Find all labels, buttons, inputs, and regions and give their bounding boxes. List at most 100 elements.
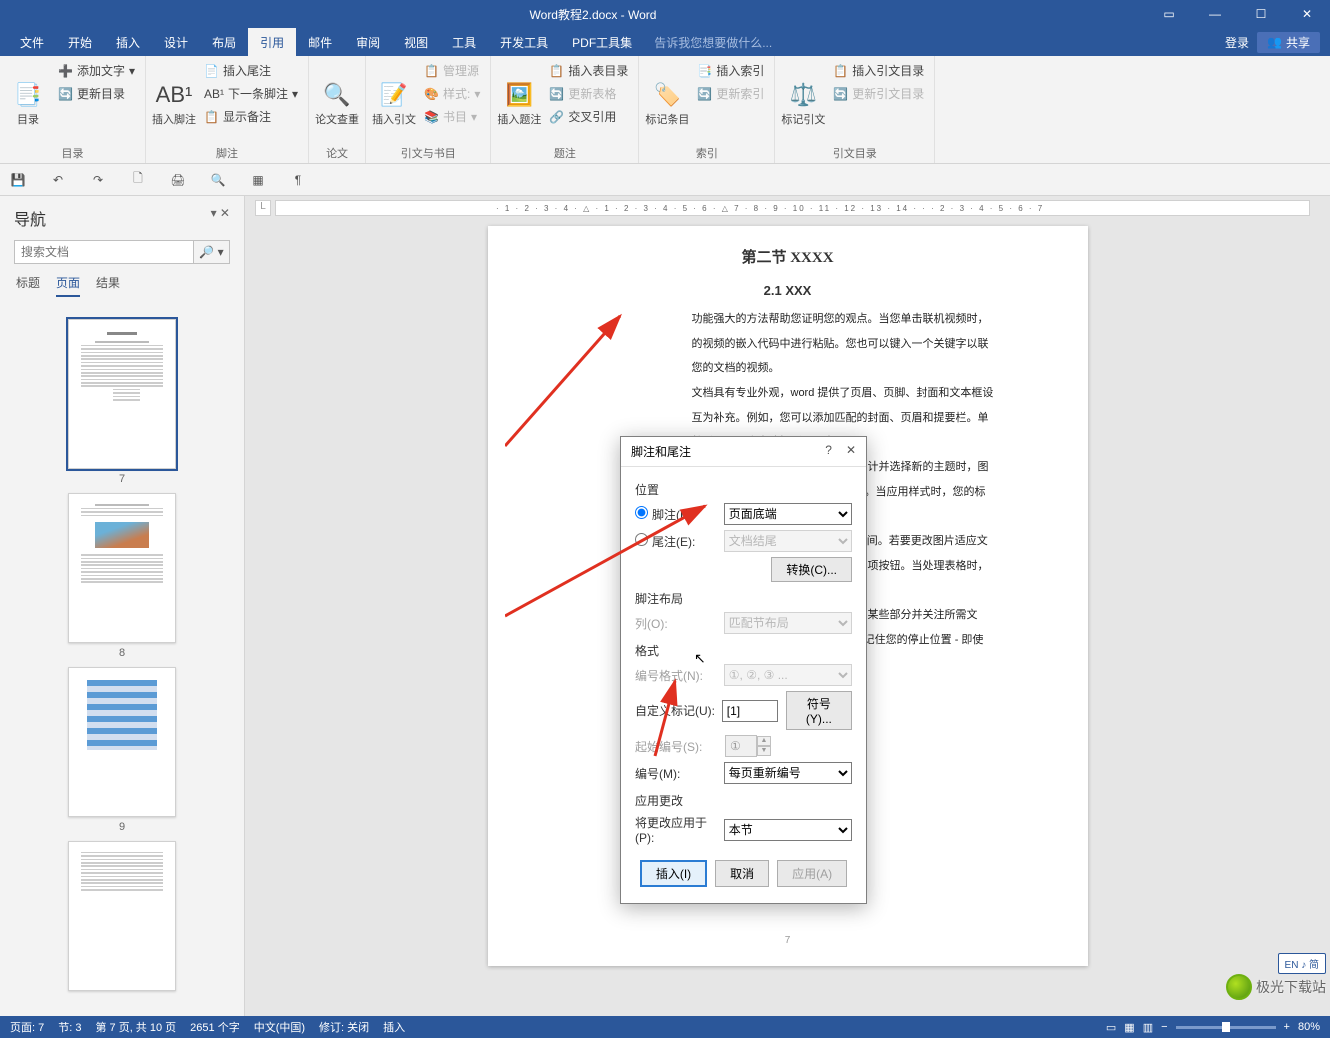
bibliography-button[interactable]: 📚 书目 ▾ [420, 106, 484, 127]
view-print-icon[interactable]: ▦ [1124, 1021, 1134, 1034]
insert-button[interactable]: 插入(I) [640, 860, 707, 887]
status-words[interactable]: 2651 个字 [190, 1019, 240, 1035]
search-icon[interactable]: 🔎 ▾ [193, 241, 229, 263]
footnote-position-select[interactable]: 页面底端 [724, 503, 852, 525]
undo-icon[interactable]: ↶ [48, 170, 68, 190]
tab-design[interactable]: 设计 [152, 28, 200, 56]
update-table-button[interactable]: 🔄 更新表格 [545, 83, 632, 104]
cancel-button[interactable]: 取消 [715, 860, 769, 887]
insert-footnote-button[interactable]: AB¹插入脚注 [152, 60, 196, 145]
zoom-level[interactable]: 80% [1298, 1021, 1320, 1033]
manage-sources-button[interactable]: 📋 管理源 [420, 60, 484, 81]
tab-references[interactable]: 引用 [248, 28, 296, 56]
tab-developer[interactable]: 开发工具 [488, 28, 560, 56]
page-thumbnail[interactable] [68, 667, 176, 817]
mark-citation-button[interactable]: ⚖️标记引文 [781, 60, 825, 145]
style-dropdown[interactable]: 🎨 样式: ▾ [420, 83, 484, 104]
view-read-icon[interactable]: ▭ [1106, 1021, 1116, 1034]
insert-caption-button[interactable]: 🖼️插入题注 [497, 60, 541, 145]
watermark-logo-icon [1226, 974, 1252, 1000]
tab-selector[interactable]: L [255, 200, 271, 216]
page-number: 7 [532, 935, 1044, 946]
zoom-out-icon[interactable]: − [1161, 1021, 1167, 1033]
zoom-in-icon[interactable]: + [1284, 1021, 1290, 1033]
symbol-button[interactable]: 符号(Y)... [786, 691, 852, 730]
doc-paragraph: 您的文档的视频。 [532, 359, 1044, 378]
nav-tab-headings[interactable]: 标题 [16, 274, 40, 297]
nav-tab-pages[interactable]: 页面 [56, 274, 80, 297]
tab-insert[interactable]: 插入 [104, 28, 152, 56]
ribbon-options-icon[interactable]: ▭ [1146, 0, 1192, 28]
nav-search-input[interactable] [15, 241, 193, 263]
thumb-label: 7 [0, 473, 244, 485]
status-section[interactable]: 节: 3 [58, 1019, 81, 1035]
dialog-help-icon[interactable]: ? [825, 443, 832, 460]
update-toc-button[interactable]: 🔄 更新目录 [54, 83, 139, 104]
tab-review[interactable]: 审阅 [344, 28, 392, 56]
close-button[interactable]: ✕ [1284, 0, 1330, 28]
paper-check-button[interactable]: 🔍论文查重 [315, 60, 359, 145]
status-position[interactable]: 第 7 页, 共 10 页 [95, 1019, 176, 1035]
insert-authorities-button[interactable]: 📋 插入引文目录 [829, 60, 928, 81]
doc-paragraph: 互为补充。例如，您可以添加匹配的封面、页眉和提要栏。单 [532, 409, 1044, 428]
zoom-slider[interactable] [1176, 1026, 1276, 1029]
endnote-radio[interactable] [635, 533, 648, 546]
status-language[interactable]: 中文(中国) [254, 1019, 305, 1035]
toc-button[interactable]: 📑目录 [6, 60, 50, 145]
watermark: 极光下载站 [1226, 974, 1326, 1000]
tab-view[interactable]: 视图 [392, 28, 440, 56]
save-icon[interactable]: 💾 [8, 170, 28, 190]
ruler[interactable]: · 1 · 2 · 3 · 4 · △ · 1 · 2 · 3 · 4 · 5 … [275, 200, 1310, 216]
minimize-button[interactable]: — [1192, 0, 1238, 28]
preview-icon[interactable]: 🔍 [208, 170, 228, 190]
status-page[interactable]: 页面: 7 [10, 1019, 44, 1035]
tab-layout[interactable]: 布局 [200, 28, 248, 56]
add-text-button[interactable]: ➕ 添加文字 ▾ [54, 60, 139, 81]
page-thumbnail[interactable] [68, 493, 176, 643]
insert-endnote-button[interactable]: 📄 插入尾注 [200, 60, 302, 81]
thumb-label: 9 [0, 821, 244, 833]
paragraph-icon[interactable]: ¶ [288, 170, 308, 190]
tab-file[interactable]: 文件 [8, 28, 56, 56]
cross-ference-button[interactable]: 🔗 交叉引用 [545, 106, 632, 127]
apply-to-select[interactable]: 本节 [724, 819, 852, 841]
update-index-button[interactable]: 🔄 更新索引 [693, 83, 768, 104]
numbering-select[interactable]: 每页重新编号 [724, 762, 852, 784]
maximize-button[interactable]: ☐ [1238, 0, 1284, 28]
page-thumbnail[interactable] [68, 319, 176, 469]
language-badge[interactable]: EN ♪ 简 [1278, 953, 1326, 974]
doc-subheading: 2.1 XXX [532, 283, 1044, 298]
insert-citation-button[interactable]: 📝插入引文 [372, 60, 416, 145]
tab-home[interactable]: 开始 [56, 28, 104, 56]
tell-me-input[interactable]: 告诉我您想要做什么... [654, 34, 772, 51]
status-mode[interactable]: 插入 [383, 1019, 405, 1035]
ribbon: 📑目录 ➕ 添加文字 ▾ 🔄 更新目录 目录 AB¹插入脚注 📄 插入尾注 AB… [0, 56, 1330, 164]
tab-pdf[interactable]: PDF工具集 [560, 28, 644, 56]
view-web-icon[interactable]: ▥ [1143, 1021, 1153, 1034]
tab-mailings[interactable]: 邮件 [296, 28, 344, 56]
footnote-radio[interactable] [635, 506, 648, 519]
group-paper: 论文 [315, 145, 359, 161]
custom-mark-input[interactable] [722, 700, 778, 722]
login-link[interactable]: 登录 [1225, 34, 1249, 51]
number-format-select: ①, ②, ③ ... [724, 664, 852, 686]
mark-entry-button[interactable]: 🏷️标记条目 [645, 60, 689, 145]
nav-tab-results[interactable]: 结果 [96, 274, 120, 297]
status-track[interactable]: 修订: 关闭 [319, 1019, 369, 1035]
print-icon[interactable]: 🖨 [168, 170, 188, 190]
insert-index-button[interactable]: 📑 插入索引 [693, 60, 768, 81]
dialog-close-icon[interactable]: ✕ [846, 443, 856, 460]
table-icon[interactable]: ▦ [248, 170, 268, 190]
next-footnote-button[interactable]: AB¹ 下一条脚注 ▾ [200, 83, 302, 104]
nav-close-icon[interactable]: ▾ ✕ [211, 206, 230, 230]
nav-search[interactable]: 🔎 ▾ [14, 240, 230, 264]
show-notes-button[interactable]: 📋 显示备注 [200, 106, 302, 127]
update-authorities-button[interactable]: 🔄 更新引文目录 [829, 83, 928, 104]
tab-tools[interactable]: 工具 [440, 28, 488, 56]
share-button[interactable]: 👥 共享 [1257, 32, 1320, 53]
new-icon[interactable]: 🗋 [128, 170, 148, 190]
page-thumbnail[interactable] [68, 841, 176, 991]
redo-icon[interactable]: ↷ [88, 170, 108, 190]
insert-tof-button[interactable]: 📋 插入表目录 [545, 60, 632, 81]
convert-button[interactable]: 转换(C)... [771, 557, 852, 582]
